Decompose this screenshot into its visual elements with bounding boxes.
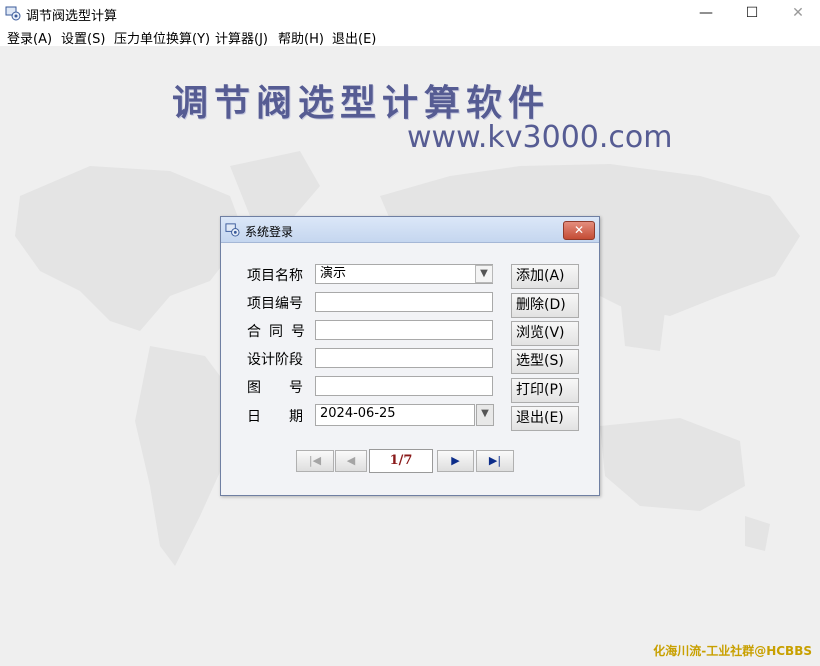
date-dropdown-icon[interactable]: ▼ [476, 404, 494, 426]
menu-login[interactable]: 登录(A) [7, 28, 52, 47]
title-bar: 调节阀选型计算 — ☐ ✕ [0, 0, 820, 26]
next-record-button[interactable]: ▶ [437, 450, 474, 472]
window-title: 调节阀选型计算 [26, 9, 118, 24]
menu-help[interactable]: 帮助(H) [278, 28, 324, 47]
delete-button[interactable]: 删除(D) [511, 293, 579, 318]
exit-button[interactable]: 退出(E) [511, 406, 579, 431]
prev-record-button[interactable]: ◀ [335, 450, 367, 472]
menu-calculator[interactable]: 计算器(J) [215, 28, 268, 47]
label-project-name: 项目名称 [247, 268, 303, 284]
label-contract-no: 合同号 [247, 324, 313, 340]
minimize-button[interactable]: — [683, 0, 729, 26]
app-icon [5, 6, 21, 21]
label-project-no: 项目编号 [247, 296, 303, 312]
first-record-button[interactable]: |◀ [296, 450, 334, 472]
project-name-value: 演示 [320, 266, 347, 281]
design-stage-input[interactable] [315, 348, 493, 368]
print-button[interactable]: 打印(P) [511, 378, 579, 403]
dialog-title: 系统登录 [245, 225, 294, 239]
menu-settings[interactable]: 设置(S) [61, 28, 105, 47]
drawing-no-input[interactable] [315, 376, 493, 396]
banner-url: www.kv3000.com [407, 120, 673, 155]
browse-button[interactable]: 浏览(V) [511, 321, 579, 346]
select-button[interactable]: 选型(S) [511, 349, 579, 374]
date-picker[interactable]: 2024-06-25 [315, 404, 475, 426]
dialog-app-icon [225, 223, 240, 237]
last-record-button[interactable]: ▶| [476, 450, 514, 472]
dialog-close-button[interactable]: ✕ [563, 221, 595, 240]
maximize-button[interactable]: ☐ [729, 0, 775, 26]
label-design-stage: 设计阶段 [247, 352, 303, 368]
menu-exit[interactable]: 退出(E) [332, 28, 376, 47]
project-no-input[interactable] [315, 292, 493, 312]
page-indicator: 1/7 [369, 449, 433, 473]
login-dialog: 系统登录 ✕ 项目名称 项目编号 合同号 设计阶段 图号 日期 演示 ▼ 202… [220, 216, 600, 496]
menu-pressure-unit[interactable]: 压力单位换算(Y) [114, 28, 210, 47]
banner-title: 调节阀选型计算软件 [172, 82, 551, 124]
add-button[interactable]: 添加(A) [511, 264, 579, 289]
chevron-down-icon[interactable]: ▼ [475, 265, 493, 283]
close-button[interactable]: ✕ [775, 0, 820, 26]
menu-bar: 登录(A) 设置(S) 压力单位换算(Y) 计算器(J) 帮助(H) 退出(E) [0, 26, 820, 47]
contract-no-input[interactable] [315, 320, 493, 340]
watermark: 化海川流-工业社群@HCBBS [653, 644, 812, 658]
project-name-combo[interactable]: 演示 [315, 264, 493, 284]
dialog-title-bar: 系统登录 ✕ [221, 217, 599, 243]
date-value: 2024-06-25 [320, 406, 396, 421]
